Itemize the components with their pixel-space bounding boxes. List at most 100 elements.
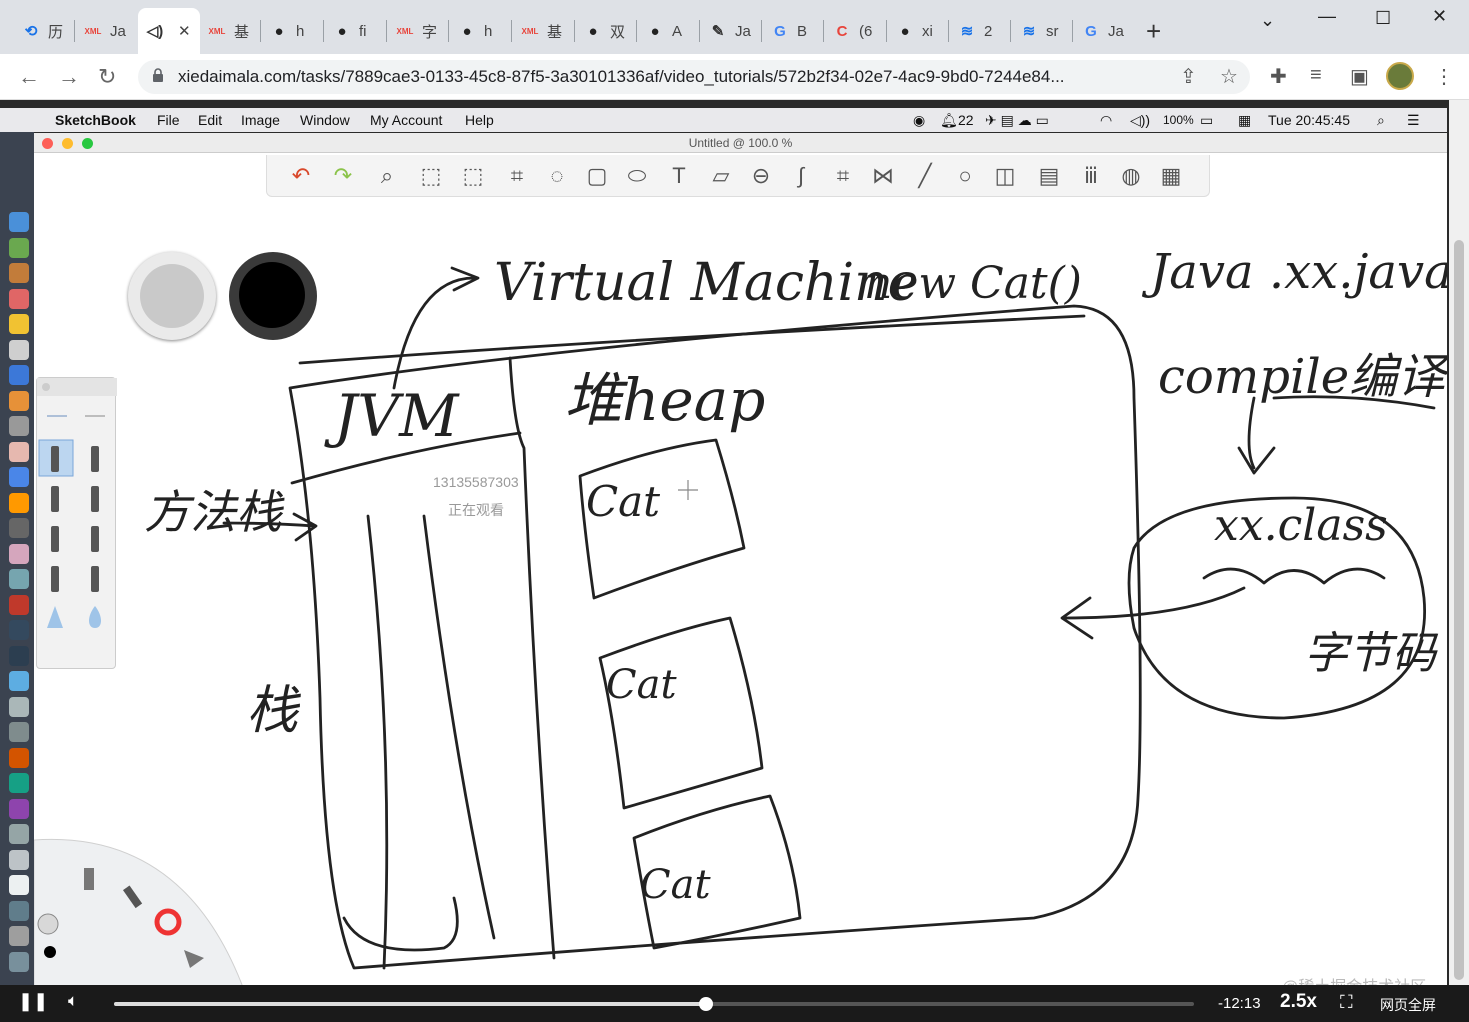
circle-icon: ○ [958,163,972,188]
dock-app-icon [9,875,29,895]
volume-icon: ◁)) [1130,112,1151,128]
stack-bottom [342,896,459,952]
scrollbar-thumb[interactable] [1454,240,1464,980]
shapes-icon: ◫ [994,163,1016,188]
menu-kebab-icon[interactable]: ⋮ [1434,64,1454,89]
tab-6[interactable]: XML 字 [388,8,448,54]
dock-app-icon [9,747,29,768]
tab-label: 基 [234,23,250,41]
ellipse-guide-icon: ⊖ [751,163,771,188]
pause-icon[interactable]: ❚❚ [18,991,48,1012]
menu-file: File [157,112,180,128]
fullscreen-icon[interactable]: ⛶ [1340,992,1353,1013]
dock-app-icon [9,263,29,283]
dock-app-icon [9,569,29,589]
speed-button[interactable]: 2.5x [1280,991,1317,1013]
ruler-icon: ▱ [712,163,730,188]
tab-5[interactable]: ● fi [325,8,385,54]
tab-11[interactable]: ✎ Ja [701,8,761,54]
tab-label: xi [922,22,933,40]
tab-separator [699,20,700,42]
tab-9[interactable]: ● 双 [576,8,636,54]
line-icon: ╱ [918,163,932,188]
lagoon-menu [34,838,245,990]
media-control-icon[interactable]: ≡ [1310,64,1322,87]
class-wave [1202,567,1386,585]
share-icon[interactable]: ⇪ [1180,64,1197,89]
tab-15[interactable]: ≋ 2 [950,8,1010,54]
tab-2[interactable]: ◁) ✕ [138,8,200,54]
tab-separator [386,20,387,42]
flag-icon: ▦ [1238,112,1252,128]
history-icon: ⟲ [24,23,38,40]
audio-icon: ◁) [146,23,164,40]
tab-17[interactable]: G Ja [1074,8,1134,54]
tab-12[interactable]: GB [763,8,823,54]
tab-1[interactable]: XML Ja [76,8,136,54]
back-icon[interactable]: ← [18,64,40,90]
close-window-icon[interactable]: ✕ [1432,6,1447,27]
tab-search-icon[interactable]: ⌄ [1260,10,1275,31]
tab-separator [1072,20,1073,42]
tab-separator [948,20,949,42]
omnibox[interactable]: xiedaimala.com/tasks/7889cae3-0133-45c8-… [138,60,1250,94]
tab-14[interactable]: ● xi [888,8,948,54]
mac-menu-bar: SketchBook File Edit Image Window My Acc… [0,108,1447,132]
redo-icon: ↷ [333,163,353,188]
compile-arrow [1237,396,1276,475]
reload-icon[interactable]: ↻ [98,64,116,90]
time-remaining: -12:13 [1218,995,1261,1012]
dock-app-icon [9,339,29,360]
text-method-stack: 方法栈 [144,485,285,539]
github-icon: ● [337,22,347,40]
minimize-icon[interactable]: — [1318,6,1336,27]
tab-16[interactable]: ≋ sr [1012,8,1072,54]
tab-separator [1010,20,1011,42]
color-wheel-icon: ◍ [1121,163,1141,188]
text-cat-1: Cat [586,477,660,526]
tab-13[interactable]: C (6 [825,8,885,54]
progress-fill [114,1002,706,1006]
status-icons: ✈ ▤ ☁ ▭ [985,112,1049,128]
viewer-phone: 13135587303 [433,474,519,490]
tab-7[interactable]: ● h [450,8,510,54]
dock-app-icon [9,671,29,691]
tab-4[interactable]: ● h [262,8,322,54]
tab-label: Ja [110,22,126,40]
progress-bar[interactable] [114,997,1194,1011]
page-scrollbar[interactable] [1449,100,1469,985]
copic-icon: ▦ [1160,163,1182,188]
lock-icon [153,68,163,82]
dock-app-icon [9,237,29,258]
bookmark-star-icon[interactable]: ☆ [1220,64,1238,89]
dock-app-icon [9,900,29,921]
tab-separator [511,20,512,42]
spotlight-icon: ⌕ [1377,112,1385,128]
tab-label: 字 [422,23,438,41]
progress-knob[interactable] [698,997,713,1011]
new-tab-button[interactable]: + [1146,18,1161,44]
web-fullscreen-button[interactable]: 网页全屏 [1380,995,1436,1015]
dock-app-icon [9,773,29,793]
side-panel-icon[interactable]: ▣ [1350,64,1369,89]
text-java-file: Java .xx.java [1141,244,1447,300]
tab-separator [323,20,324,42]
extensions-icon[interactable]: ✚ [1270,64,1287,89]
select-icon: ⬚ [420,163,442,188]
french-curve-icon: ∫ [797,163,805,188]
url-text[interactable]: xiedaimala.com/tasks/7889cae3-0133-45c8-… [178,67,1178,87]
volume-icon[interactable]: 🔈︎ [68,991,78,1011]
maximize-icon[interactable]: ☐ [1375,8,1391,29]
transform-icon: ◌ [550,163,564,188]
tab-8[interactable]: XML 基 [513,8,573,54]
tab-3[interactable]: XML 基 [200,8,260,54]
profile-avatar[interactable] [1386,62,1414,90]
forward-icon[interactable]: → [58,64,80,90]
text-cat-2: Cat [606,662,677,708]
battery-icon: ▭ [1200,112,1214,128]
dock-app-icon [9,314,29,334]
close-tab-icon[interactable]: ✕ [178,22,191,40]
tab-0[interactable]: ⟲ 历 [14,8,74,54]
tab-10[interactable]: ● A [638,8,698,54]
zoom-dot [82,138,93,149]
